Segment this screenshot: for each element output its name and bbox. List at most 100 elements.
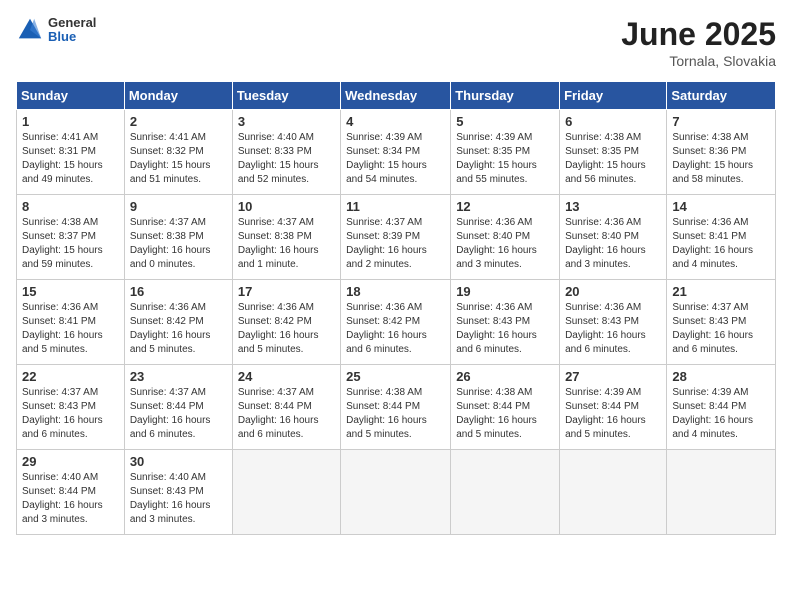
day-number: 4 [346,114,445,129]
day-info: Sunrise: 4:38 AMSunset: 8:44 PMDaylight:… [346,386,445,442]
calendar-cell: 29 Sunrise: 4:40 AMSunset: 8:44 PMDayligh… [17,450,125,535]
calendar-cell: 11Sunrise: 4:37 AMSunset: 8:39 PMDayligh… [341,195,451,280]
day-number: 27 [565,369,661,384]
calendar-table: Sunday Monday Tuesday Wednesday Thursday… [16,81,776,535]
calendar-cell: 5 Sunrise: 4:39 AMSunset: 8:35 PMDaylight… [451,110,560,195]
calendar-cell: 8Sunrise: 4:38 AMSunset: 8:37 PMDaylight… [17,195,125,280]
calendar-week-row: 15 Sunrise: 4:36 AMSunset: 8:41 PMDayligh… [17,280,776,365]
day-number: 7 [672,114,770,129]
calendar-cell: 20 Sunrise: 4:36 AMSunset: 8:43 PMDayligh… [560,280,667,365]
calendar-cell: 18Sunrise: 4:36 AMSunset: 8:42 PMDayligh… [341,280,451,365]
day-info: Sunrise: 4:38 AMSunset: 8:36 PMDaylight:… [672,131,770,187]
calendar-cell: 3Sunrise: 4:40 AMSunset: 8:33 PMDaylight… [232,110,340,195]
calendar-cell: 4 Sunrise: 4:39 AMSunset: 8:34 PMDaylight… [341,110,451,195]
day-info: Sunrise: 4:38 AMSunset: 8:44 PMDaylight:… [456,386,554,442]
calendar-week-row: 8Sunrise: 4:38 AMSunset: 8:37 PMDaylight… [17,195,776,280]
day-number: 5 [456,114,554,129]
logo-icon [16,16,44,44]
day-number: 16 [130,284,227,299]
month-title: June 2025 [621,16,776,53]
logo-text: General Blue [48,16,96,45]
day-info: Sunrise: 4:36 AMSunset: 8:43 PMDaylight:… [456,301,554,357]
day-number: 18 [346,284,445,299]
day-info: Sunrise: 4:40 AMSunset: 8:43 PMDaylight:… [130,471,227,527]
logo: General Blue [16,16,96,45]
day-number: 3 [238,114,335,129]
col-monday: Monday [124,82,232,110]
calendar-body: 1 Sunrise: 4:41 AMSunset: 8:31 PMDaylight… [17,110,776,535]
day-info: Sunrise: 4:37 AMSunset: 8:43 PMDaylight:… [672,301,770,357]
day-number: 12 [456,199,554,214]
col-tuesday: Tuesday [232,82,340,110]
calendar-header-row: Sunday Monday Tuesday Wednesday Thursday… [17,82,776,110]
day-number: 9 [130,199,227,214]
day-info: Sunrise: 4:37 AMSunset: 8:44 PMDaylight:… [130,386,227,442]
calendar-cell: 10 Sunrise: 4:37 AMSunset: 8:38 PMDayligh… [232,195,340,280]
day-number: 13 [565,199,661,214]
calendar-cell: 30 Sunrise: 4:40 AMSunset: 8:43 PMDayligh… [124,450,232,535]
day-info: Sunrise: 4:39 AMSunset: 8:44 PMDaylight:… [565,386,661,442]
day-number: 15 [22,284,119,299]
calendar-cell: 6 Sunrise: 4:38 AMSunset: 8:35 PMDaylight… [560,110,667,195]
day-number: 6 [565,114,661,129]
calendar-cell [232,450,340,535]
day-number: 28 [672,369,770,384]
page-header: General Blue June 2025 Tornala, Slovakia [16,16,776,69]
calendar-cell: 27 Sunrise: 4:39 AMSunset: 8:44 PMDayligh… [560,365,667,450]
day-info: Sunrise: 4:39 AMSunset: 8:44 PMDaylight:… [672,386,770,442]
calendar-week-row: 22Sunrise: 4:37 AMSunset: 8:43 PMDayligh… [17,365,776,450]
calendar-cell [341,450,451,535]
logo-general-text: General [48,16,96,30]
day-info: Sunrise: 4:37 AMSunset: 8:38 PMDaylight:… [238,216,335,272]
day-info: Sunrise: 4:39 AMSunset: 8:34 PMDaylight:… [346,131,445,187]
calendar-cell: 23 Sunrise: 4:37 AMSunset: 8:44 PMDayligh… [124,365,232,450]
calendar-cell: 28 Sunrise: 4:39 AMSunset: 8:44 PMDayligh… [667,365,776,450]
day-number: 10 [238,199,335,214]
col-wednesday: Wednesday [341,82,451,110]
day-number: 19 [456,284,554,299]
day-number: 17 [238,284,335,299]
day-info: Sunrise: 4:40 AMSunset: 8:44 PMDaylight:… [22,471,119,527]
calendar-cell: 14Sunrise: 4:36 AMSunset: 8:41 PMDayligh… [667,195,776,280]
calendar-cell: 25Sunrise: 4:38 AMSunset: 8:44 PMDayligh… [341,365,451,450]
day-info: Sunrise: 4:41 AMSunset: 8:31 PMDaylight:… [22,131,119,187]
calendar-cell: 13 Sunrise: 4:36 AMSunset: 8:40 PMDayligh… [560,195,667,280]
calendar-cell: 1 Sunrise: 4:41 AMSunset: 8:31 PMDaylight… [17,110,125,195]
day-info: Sunrise: 4:37 AMSunset: 8:43 PMDaylight:… [22,386,119,442]
day-number: 30 [130,454,227,469]
day-info: Sunrise: 4:36 AMSunset: 8:41 PMDaylight:… [672,216,770,272]
calendar-cell: 21 Sunrise: 4:37 AMSunset: 8:43 PMDayligh… [667,280,776,365]
day-info: Sunrise: 4:36 AMSunset: 8:40 PMDaylight:… [565,216,661,272]
day-number: 2 [130,114,227,129]
title-block: June 2025 Tornala, Slovakia [621,16,776,69]
day-info: Sunrise: 4:36 AMSunset: 8:41 PMDaylight:… [22,301,119,357]
day-info: Sunrise: 4:38 AMSunset: 8:37 PMDaylight:… [22,216,119,272]
calendar-cell: 2 Sunrise: 4:41 AMSunset: 8:32 PMDaylight… [124,110,232,195]
day-info: Sunrise: 4:36 AMSunset: 8:42 PMDaylight:… [238,301,335,357]
location: Tornala, Slovakia [621,53,776,69]
calendar-week-row: 29 Sunrise: 4:40 AMSunset: 8:44 PMDayligh… [17,450,776,535]
calendar-cell: 16Sunrise: 4:36 AMSunset: 8:42 PMDayligh… [124,280,232,365]
day-info: Sunrise: 4:37 AMSunset: 8:39 PMDaylight:… [346,216,445,272]
calendar-cell: 7 Sunrise: 4:38 AMSunset: 8:36 PMDaylight… [667,110,776,195]
col-sunday: Sunday [17,82,125,110]
calendar-cell: 22Sunrise: 4:37 AMSunset: 8:43 PMDayligh… [17,365,125,450]
day-number: 20 [565,284,661,299]
day-info: Sunrise: 4:37 AMSunset: 8:44 PMDaylight:… [238,386,335,442]
day-number: 23 [130,369,227,384]
calendar-cell [667,450,776,535]
day-number: 21 [672,284,770,299]
day-number: 26 [456,369,554,384]
calendar-cell: 12Sunrise: 4:36 AMSunset: 8:40 PMDayligh… [451,195,560,280]
day-info: Sunrise: 4:41 AMSunset: 8:32 PMDaylight:… [130,131,227,187]
col-thursday: Thursday [451,82,560,110]
calendar-week-row: 1 Sunrise: 4:41 AMSunset: 8:31 PMDaylight… [17,110,776,195]
day-info: Sunrise: 4:36 AMSunset: 8:43 PMDaylight:… [565,301,661,357]
day-number: 29 [22,454,119,469]
day-number: 1 [22,114,119,129]
day-info: Sunrise: 4:38 AMSunset: 8:35 PMDaylight:… [565,131,661,187]
calendar-cell: 15 Sunrise: 4:36 AMSunset: 8:41 PMDayligh… [17,280,125,365]
calendar-cell: 26 Sunrise: 4:38 AMSunset: 8:44 PMDayligh… [451,365,560,450]
day-info: Sunrise: 4:39 AMSunset: 8:35 PMDaylight:… [456,131,554,187]
calendar-cell [560,450,667,535]
